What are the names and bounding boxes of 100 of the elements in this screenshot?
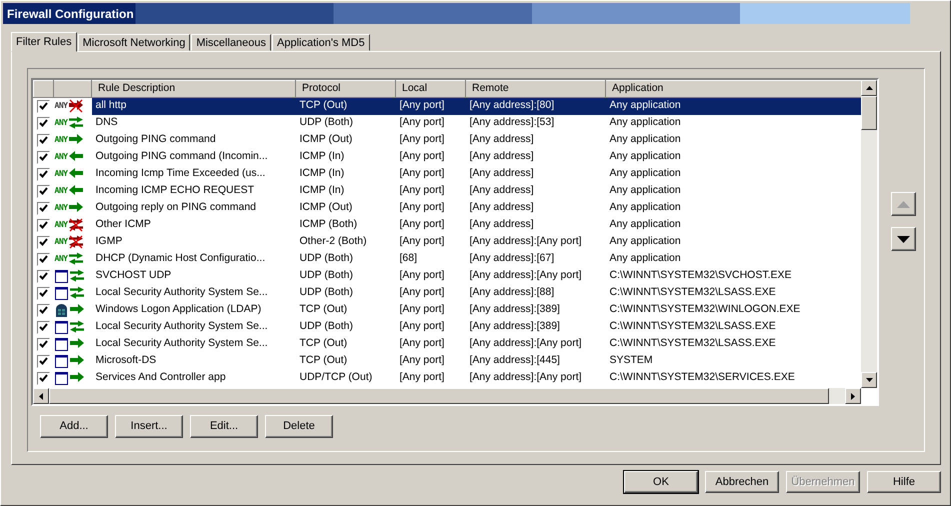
table-cell: [Any port] bbox=[396, 114, 466, 132]
down-arrow-icon bbox=[866, 378, 872, 382]
table-cell-text: [Any address]:[88] bbox=[468, 285, 556, 300]
table-cell: [Any port] bbox=[396, 98, 466, 114]
scope-label: ANY bbox=[54, 236, 68, 248]
table-cell-text: [Any port] bbox=[398, 268, 446, 284]
scope-label: ANY bbox=[54, 253, 68, 265]
tab[interactable]: Application's MD5 bbox=[272, 34, 370, 51]
table-cell-text: SVCHOST UDP bbox=[94, 268, 172, 284]
table-cell-text: [68] bbox=[398, 251, 418, 266]
table-cell-text: [Any port] bbox=[398, 353, 446, 368]
table-cell-text: TCP (Out) bbox=[298, 336, 348, 352]
table-cell-text: Any application bbox=[608, 132, 682, 148]
table-cell: all http bbox=[92, 98, 296, 114]
column-header[interactable] bbox=[54, 80, 92, 98]
scroll-up-button[interactable] bbox=[861, 80, 877, 96]
tab[interactable]: Miscellaneous bbox=[191, 34, 272, 51]
table-cell-text: Outgoing reply on PING command bbox=[94, 200, 257, 216]
table-cell-text: [Any address] bbox=[468, 183, 535, 198]
table-cell-text: TCP (Out) bbox=[298, 302, 348, 318]
list-button[interactable]: Add... bbox=[40, 415, 108, 438]
scroll-thumb[interactable] bbox=[861, 96, 877, 130]
column-header[interactable]: Protocol bbox=[296, 80, 396, 98]
table-cell-text: [Any port] bbox=[398, 370, 446, 386]
table-cell-text: [Any address]:[445] bbox=[468, 353, 561, 368]
table-cell-text: [Any address]:[67] bbox=[468, 251, 556, 266]
table-cell-text: Incoming ICMP ECHO REQUEST bbox=[94, 183, 256, 198]
window-icon bbox=[54, 354, 68, 368]
up-arrow-icon bbox=[897, 200, 910, 208]
move-up-button[interactable] bbox=[891, 192, 916, 216]
table-cell-text: [Any address]:[389] bbox=[468, 302, 561, 318]
down-arrow-icon bbox=[897, 236, 910, 242]
table-cell-text: Local Security Authority System Se... bbox=[94, 336, 269, 352]
table-cell-text: [Any port] bbox=[398, 234, 446, 250]
table-cell-text: [Any port] bbox=[398, 302, 446, 318]
logon-icon bbox=[54, 304, 68, 316]
table-cell-text: C:\WINNT\SYSTEM32\SERVICES.EXE bbox=[608, 370, 796, 386]
table-cell-text: Incoming Icmp Time Exceeded (us... bbox=[94, 166, 266, 182]
table-cell-text: Local Security Authority System Se... bbox=[94, 319, 269, 334]
table-cell-text: IGMP bbox=[94, 234, 124, 250]
table-cell-text: [Any port] bbox=[398, 183, 446, 198]
tab[interactable]: Filter Rules bbox=[11, 32, 77, 52]
table-cell: Any application bbox=[606, 114, 861, 132]
scope-label: ANY bbox=[54, 185, 68, 197]
list-button[interactable]: Insert... bbox=[115, 415, 183, 438]
window-icon bbox=[54, 286, 68, 300]
table-cell-text: ICMP (In) bbox=[298, 149, 346, 164]
table-cell-text: C:\WINNT\SYSTEM32\LSASS.EXE bbox=[608, 285, 777, 300]
scope-label: ANY bbox=[54, 202, 68, 214]
list-button[interactable]: Delete bbox=[265, 415, 333, 438]
table-cell-text: [Any address]:[Any port] bbox=[468, 370, 583, 386]
table-cell-text: [Any address]:[Any port] bbox=[468, 336, 583, 352]
scroll-right-button[interactable] bbox=[845, 388, 861, 404]
table-cell-text: [Any address] bbox=[468, 149, 535, 164]
column-header[interactable]: Application bbox=[606, 80, 861, 98]
table-cell-text: [Any address]:[Any port] bbox=[468, 234, 583, 250]
table-cell-text: UDP (Both) bbox=[298, 319, 354, 334]
column-header[interactable]: Remote bbox=[466, 80, 606, 98]
table-cell-text: [Any port] bbox=[398, 319, 446, 334]
table-cell-text: Local Security Authority System Se... bbox=[94, 285, 269, 300]
scope-label: ANY bbox=[54, 168, 68, 180]
move-down-button[interactable] bbox=[891, 227, 916, 251]
table-cell-text: ICMP (Out) bbox=[298, 132, 354, 148]
table-cell: UDP (Both) bbox=[296, 114, 396, 132]
column-header[interactable]: Rule Description bbox=[92, 80, 296, 98]
table-cell: TCP (Out) bbox=[296, 98, 396, 114]
vertical-scrollbar[interactable] bbox=[861, 80, 877, 388]
table-cell-text: [Any port] bbox=[398, 336, 446, 352]
window-title: Firewall Configuration bbox=[7, 6, 134, 22]
column-header[interactable] bbox=[34, 80, 54, 98]
scroll-left-button[interactable] bbox=[33, 388, 49, 404]
table-cell-text: ICMP (Both) bbox=[298, 217, 358, 232]
column-header[interactable]: Local bbox=[396, 80, 466, 98]
list-button[interactable]: Edit... bbox=[190, 415, 258, 438]
table-cell: [Any address]:[53] bbox=[466, 114, 606, 132]
table-cell-text: Other ICMP bbox=[94, 217, 152, 232]
table-cell-text: [Any address] bbox=[468, 132, 535, 148]
table-cell-text: Microsoft-DS bbox=[94, 353, 158, 368]
table-cell: DNS bbox=[92, 114, 296, 132]
table-cell-text: C:\WINNT\SYSTEM32\LSASS.EXE bbox=[608, 336, 777, 352]
table-cell-text: C:\WINNT\SYSTEM32\SVCHOST.EXE bbox=[608, 268, 793, 284]
table-cell-text: UDP (Both) bbox=[298, 268, 354, 284]
scroll-down-button[interactable] bbox=[861, 372, 877, 388]
table-cell-text: [Any address]:[389] bbox=[468, 319, 561, 334]
table-cell-text: C:\WINNT\SYSTEM32\LSASS.EXE bbox=[608, 319, 777, 334]
window-icon bbox=[54, 320, 68, 334]
dialog-button[interactable]: Abbrechen bbox=[705, 471, 779, 493]
table-cell-text: DHCP (Dynamic Host Configuratio... bbox=[94, 251, 266, 266]
table-cell-text: ICMP (Out) bbox=[298, 200, 354, 216]
table-cell-text: Any application bbox=[608, 251, 682, 266]
table-cell-text: C:\WINNT\SYSTEM32\WINLOGON.EXE bbox=[608, 302, 802, 318]
table-cell-text: [Any address] bbox=[468, 217, 535, 232]
table-cell-text: SYSTEM bbox=[608, 353, 654, 368]
table-cell-text: [Any address] bbox=[468, 166, 535, 182]
dialog-button[interactable]: OK bbox=[624, 471, 698, 493]
right-arrow-icon bbox=[851, 392, 855, 400]
tab[interactable]: Microsoft Networking bbox=[78, 34, 190, 51]
table-cell: [Any address]:[80] bbox=[466, 98, 606, 114]
table-cell-text: TCP (Out) bbox=[298, 353, 348, 368]
dialog-button[interactable]: Hilfe bbox=[867, 471, 941, 493]
